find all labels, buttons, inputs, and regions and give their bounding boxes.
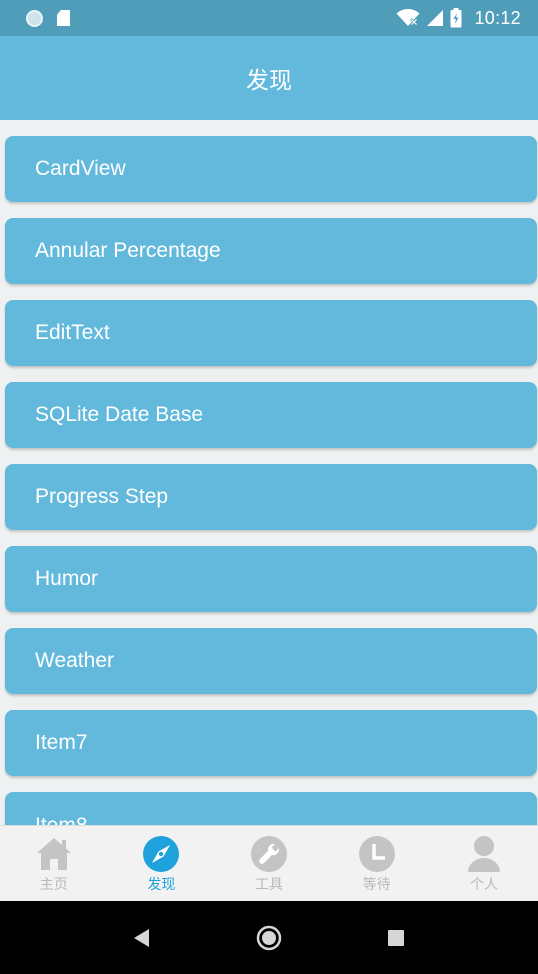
list-item-label: Annular Percentage [35,239,221,262]
home-icon [35,835,73,873]
list-item-label: EditText [35,321,110,344]
list-item-humor[interactable]: Humor [5,546,537,612]
list-item-label: CardView [35,157,126,180]
tab-tools-label: 工具 [254,877,283,893]
status-indicators: 10:12 [396,8,538,29]
status-bar: 10:12 [0,0,538,36]
tab-tools[interactable]: 工具 [215,826,323,901]
list-item-progress-step[interactable]: Progress Step [5,464,537,530]
recents-icon[interactable] [387,929,405,947]
wrench-icon [250,835,288,873]
battery-icon [450,8,462,28]
list-item-label: Item8 [35,814,88,825]
list-item-edittext[interactable]: EditText [5,300,537,366]
status-notifications [0,9,70,27]
tab-waiting[interactable]: 等待 [323,826,431,901]
tab-discover[interactable]: 发现 [108,826,216,901]
list-item-item8[interactable]: Item8 [5,792,537,825]
clock-icon [358,835,396,873]
person-icon [465,835,503,873]
list-item-sqlite-date-base[interactable]: SQLite Date Base [5,382,537,448]
list-item-weather[interactable]: Weather [5,628,537,694]
tab-home[interactable]: 主页 [0,826,108,901]
bottom-navigation: 主页 发现 工具 等待 个人 [0,825,538,901]
list-item-label: SQLite Date Base [35,403,204,426]
discover-list[interactable]: CardView Annular Percentage EditText SQL… [0,120,538,825]
list-item-label: Humor [35,567,99,590]
app-bar: 发现 [0,36,538,120]
list-item-label: Weather [35,649,114,672]
sd-card-icon [57,10,70,26]
tab-discover-label: 发现 [147,877,176,893]
tab-waiting-label: 等待 [362,877,391,893]
tab-profile[interactable]: 个人 [430,826,538,901]
list-item-annular-percentage[interactable]: Annular Percentage [5,218,537,284]
list-item-label: Item7 [35,731,88,754]
list-item-item7[interactable]: Item7 [5,710,537,776]
list-item-label: Progress Step [35,485,169,508]
system-navigation-bar [0,901,538,974]
wifi-icon [396,9,420,26]
tab-profile-label: 个人 [470,877,499,893]
page-title: 发现 [246,68,292,94]
status-time: 10:12 [474,7,521,28]
compass-icon [142,835,180,873]
list-item-cardview[interactable]: CardView [5,136,537,202]
signal-icon [427,10,444,26]
back-icon[interactable] [133,928,151,948]
home-button-icon[interactable] [256,925,282,951]
tab-home-label: 主页 [39,877,68,893]
notification-dot-icon [26,9,43,27]
